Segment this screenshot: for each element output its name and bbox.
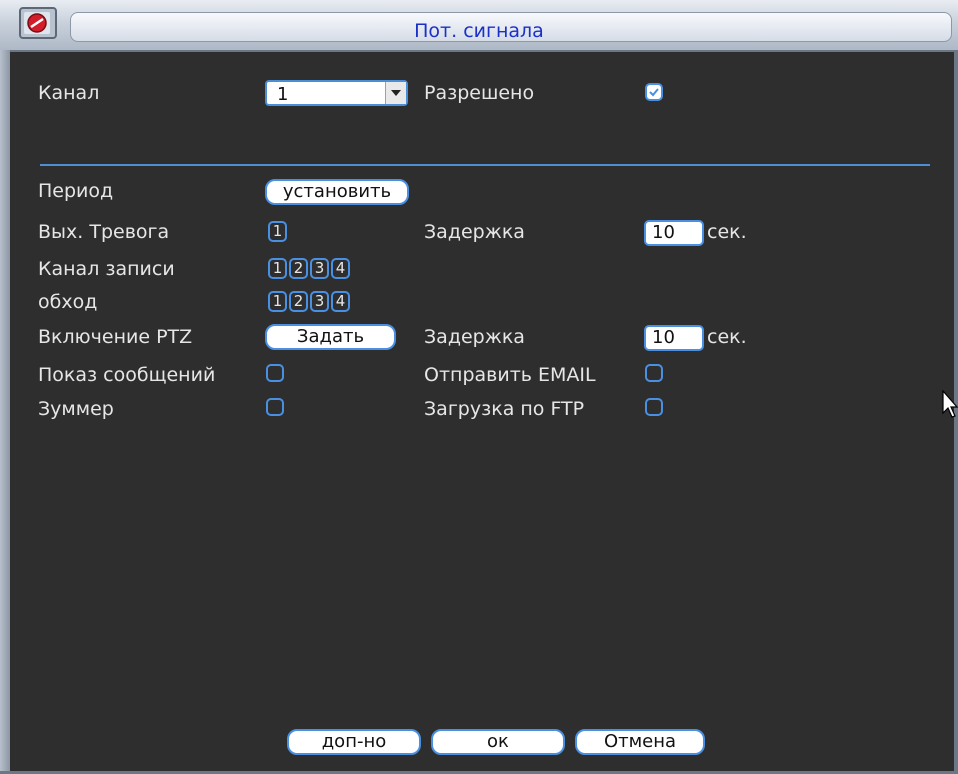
alarm-out-box-1[interactable]: 1 [268, 221, 287, 242]
show-message-checkbox[interactable] [266, 364, 284, 382]
delay-input-2[interactable]: 10 [644, 325, 704, 351]
period-label: Период [38, 180, 114, 202]
ftp-upload-label: Загрузка по FTP [424, 398, 585, 420]
tour-box-3[interactable]: 3 [310, 291, 329, 312]
mouse-pointer-icon [942, 389, 958, 424]
ok-button[interactable]: ок [431, 729, 565, 755]
channel-select-value: 1 [277, 84, 289, 105]
delay-label-2: Задержка [424, 326, 525, 348]
channel-label: Канал [38, 82, 100, 104]
title-bar[interactable]: Пот. сигнала [0, 0, 958, 52]
ptz-set-button[interactable]: Задать [265, 324, 396, 350]
record-channel-box-2[interactable]: 2 [289, 258, 308, 279]
cancel-button[interactable]: Отмена [575, 729, 705, 755]
channel-select[interactable]: 1 [265, 80, 408, 106]
delay-unit-1: сек. [707, 221, 747, 243]
delay-label-1: Задержка [424, 221, 525, 243]
buzzer-label: Зуммер [38, 398, 114, 420]
period-set-button[interactable]: установить [265, 179, 409, 205]
alarm-out-label: Вых. Тревога [38, 221, 170, 243]
show-message-label: Показ сообщений [38, 364, 216, 386]
checkmark-icon [649, 88, 659, 97]
alarm-config-window: Пот. сигнала Канал 1 Разрешено Период ус… [0, 0, 958, 774]
delay-input-1[interactable]: 10 [644, 220, 704, 246]
tour-box-4[interactable]: 4 [331, 291, 350, 312]
enabled-label: Разрешено [424, 82, 535, 104]
record-channel-label: Канал записи [38, 258, 175, 280]
tour-box-1[interactable]: 1 [268, 291, 287, 312]
chevron-down-icon[interactable] [385, 82, 406, 104]
buzzer-checkbox[interactable] [266, 398, 284, 416]
ftp-upload-checkbox[interactable] [645, 398, 663, 416]
record-channel-box-1[interactable]: 1 [268, 258, 287, 279]
ptz-label: Включение PTZ [38, 326, 193, 348]
window-title: Пот. сигнала [414, 20, 544, 42]
advanced-button[interactable]: доп-но [287, 729, 421, 755]
record-channel-box-4[interactable]: 4 [331, 258, 350, 279]
delay-unit-2: сек. [707, 326, 747, 348]
record-channel-box-3[interactable]: 3 [310, 258, 329, 279]
send-email-checkbox[interactable] [645, 364, 663, 382]
section-divider [40, 164, 930, 166]
tour-box-2[interactable]: 2 [289, 291, 308, 312]
enabled-checkbox[interactable] [645, 83, 663, 101]
send-email-label: Отправить EMAIL [424, 364, 596, 386]
window-frame-left [0, 50, 10, 774]
tour-label: обход [38, 291, 98, 313]
